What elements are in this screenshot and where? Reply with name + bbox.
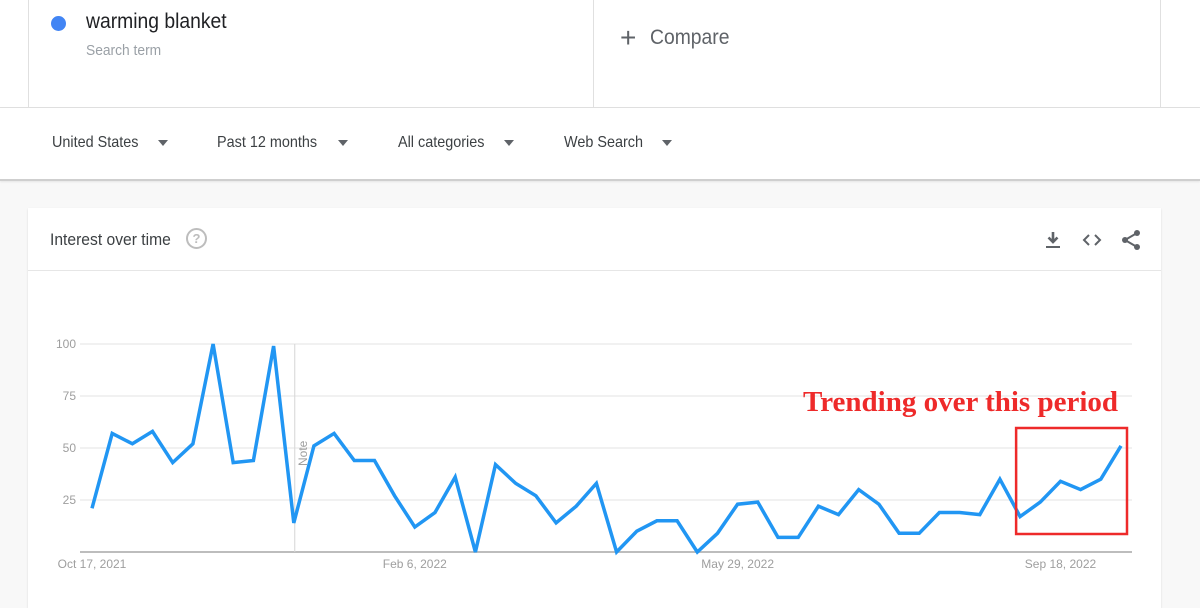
x-tick-label: Sep 18, 2022	[1025, 557, 1097, 571]
x-tick-label: Feb 6, 2022	[383, 557, 447, 571]
y-tick-label: 100	[56, 337, 76, 351]
interest-line-chart: 25 50 75 100 Oct 17, 2021 Feb 6, 2022 May 29,…	[0, 0, 1200, 600]
highlight-box	[1016, 428, 1127, 534]
annotation-text: Trending over this period	[803, 386, 1118, 418]
y-tick-label: 50	[63, 441, 77, 455]
note-marker-label: Note	[296, 440, 310, 466]
y-tick-label: 25	[63, 493, 77, 507]
x-tick-label: Oct 17, 2021	[58, 557, 127, 571]
y-tick-label: 75	[63, 389, 77, 403]
x-tick-label: May 29, 2022	[701, 557, 774, 571]
